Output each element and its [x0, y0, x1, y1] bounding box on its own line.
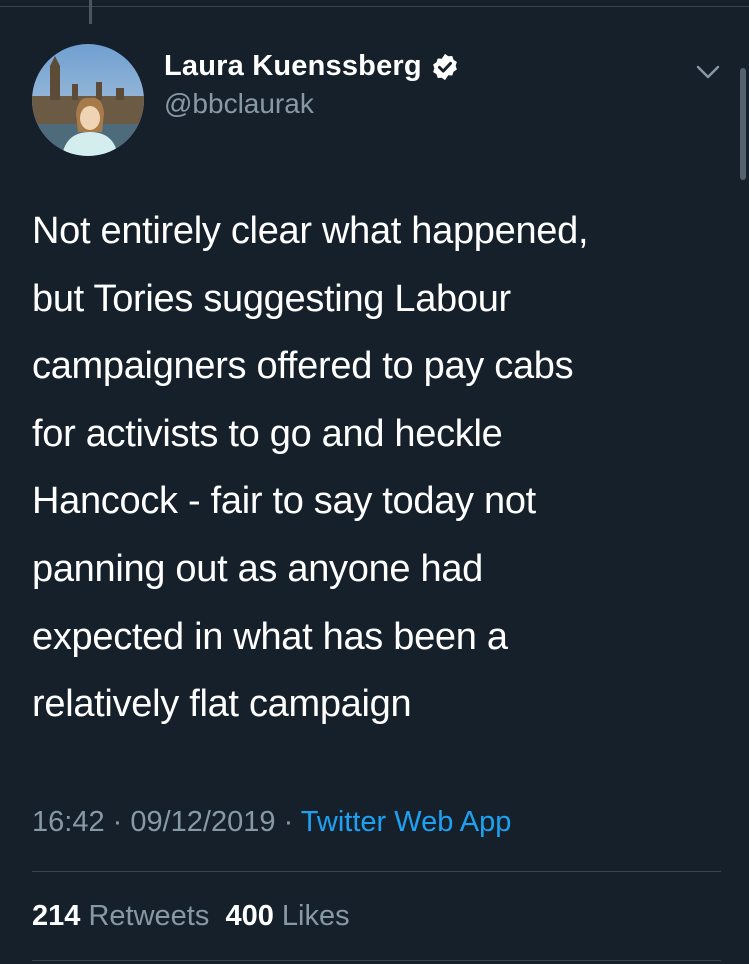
- tweet-text-line: expected in what has been a: [32, 615, 508, 658]
- likes-count: 400: [225, 900, 274, 932]
- meta-separator: ·: [275, 806, 301, 838]
- chevron-down-icon[interactable]: [694, 58, 722, 86]
- tweet-text-line: Hancock - fair to say today not: [32, 480, 536, 523]
- tweet-text-line: campaigners offered to pay cabs: [32, 345, 574, 388]
- tweet-text-line: relatively flat campaign: [32, 683, 412, 726]
- meta-separator: ·: [104, 806, 131, 838]
- tweet-meta: 16:42 · 09/12/2019 · Twitter Web App: [32, 806, 511, 839]
- tweet-text-line: panning out as anyone had: [32, 547, 484, 590]
- author-display-name[interactable]: Laura Kuenssberg: [164, 50, 422, 83]
- likes-stat[interactable]: 400 Likes: [225, 900, 349, 932]
- retweets-stat[interactable]: 214 Retweets: [32, 900, 209, 932]
- author-name-row: Laura Kuenssberg: [164, 50, 460, 83]
- retweets-label: Retweets: [88, 900, 210, 932]
- likes-label: Likes: [281, 900, 350, 932]
- stats-divider: [32, 960, 721, 961]
- avatar[interactable]: [32, 44, 144, 156]
- tweet-text-line: for activists to go and heckle: [32, 412, 503, 455]
- meta-divider: [32, 871, 721, 872]
- thread-connector-line: [89, 0, 92, 24]
- top-divider: [0, 6, 749, 7]
- tweet-text-line: but Tories suggesting Labour: [32, 277, 511, 320]
- author-handle[interactable]: @bbclaurak: [164, 88, 314, 120]
- tweet-source-link[interactable]: Twitter Web App: [301, 806, 512, 838]
- retweets-count: 214: [32, 900, 81, 932]
- scrollbar[interactable]: [740, 68, 746, 180]
- verified-badge-icon: [430, 52, 460, 82]
- tweet-date[interactable]: 09/12/2019: [130, 806, 275, 838]
- tweet-time[interactable]: 16:42: [32, 806, 105, 838]
- tweet-text: Not entirely clear what happened, but To…: [32, 198, 722, 739]
- tweet-stats: 214 Retweets 400 Likes: [32, 900, 350, 933]
- tweet-text-line: Not entirely clear what happened,: [32, 210, 589, 252]
